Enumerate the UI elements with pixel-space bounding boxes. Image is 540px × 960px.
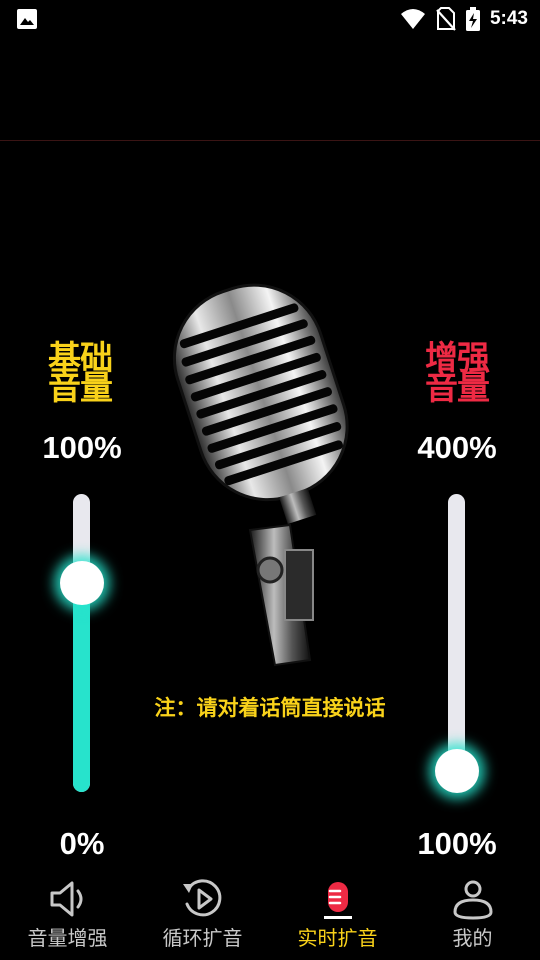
- nav-item-loop-amplify[interactable]: 循环扩音: [135, 870, 270, 960]
- boost-volume-thumb[interactable]: [434, 749, 479, 794]
- speaker-icon: [50, 881, 82, 917]
- status-time: 5:43: [489, 8, 528, 29]
- boost-volume-max-label: 400%: [417, 430, 497, 465]
- nav-label-volume-boost: 音量增强: [27, 926, 108, 950]
- boost-volume-min-label: 100%: [417, 826, 497, 861]
- boost-volume-title: 增强 音量: [392, 341, 522, 407]
- app-screen: 5:43 基础 音量 100% 0% 增强 音量 400% 100% 注：请对着…: [0, 0, 540, 960]
- status-bar: 5:43: [0, 0, 540, 38]
- loop-play-icon: [182, 879, 221, 917]
- nav-label-realtime-amplify: 实时扩音: [297, 926, 378, 950]
- base-volume-title: 基础 音量: [15, 341, 145, 407]
- nav-item-profile[interactable]: 我的: [405, 870, 540, 960]
- wifi-icon: [400, 9, 425, 29]
- nav-item-realtime-amplify[interactable]: 实时扩音: [270, 870, 405, 960]
- nav-item-volume-boost[interactable]: 音量增强: [0, 870, 135, 960]
- bottom-nav: 音量增强 循环扩音 实时扩音 我的: [0, 870, 540, 960]
- nav-label-profile: 我的: [452, 926, 493, 950]
- microphone-icon: [323, 882, 352, 919]
- base-volume-fill: [73, 583, 90, 792]
- no-sim-icon: [436, 7, 456, 31]
- base-volume-slider[interactable]: [59, 494, 104, 792]
- base-volume-max-label: 100%: [42, 430, 122, 465]
- header-divider: [0, 140, 540, 141]
- boost-volume-slider[interactable]: [434, 494, 479, 794]
- base-volume-title-line2: 音量: [48, 368, 113, 407]
- gallery-icon: [17, 9, 37, 29]
- nav-label-loop-amplify: 循环扩音: [162, 926, 243, 950]
- microphone-image[interactable]: [150, 270, 370, 670]
- boost-volume-title-line2: 音量: [425, 368, 490, 407]
- profile-icon: [452, 880, 493, 920]
- usage-note: 注：请对着话筒直接说话: [154, 696, 386, 720]
- base-volume-thumb[interactable]: [59, 561, 104, 606]
- battery-charging-icon: [465, 7, 480, 31]
- base-volume-min-label: 0%: [59, 826, 105, 861]
